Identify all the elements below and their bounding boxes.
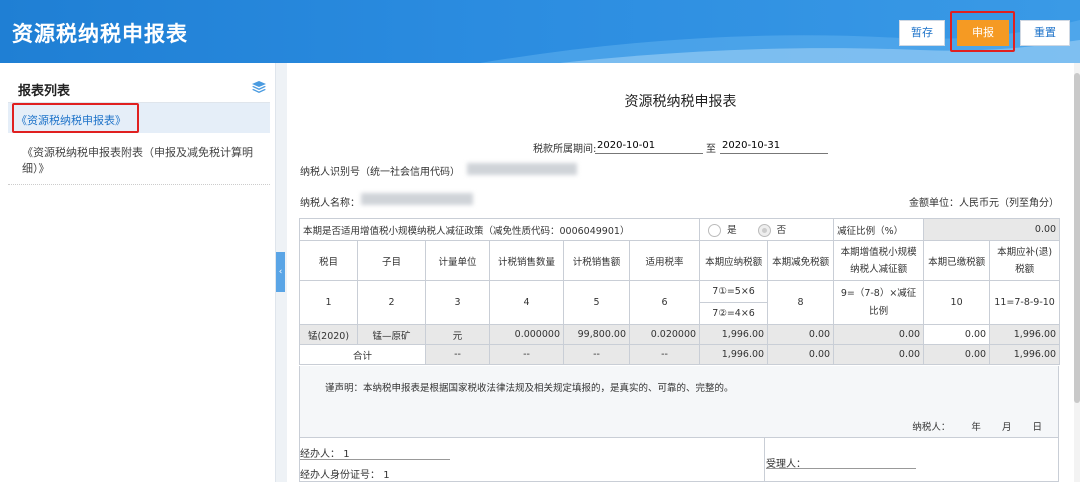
col-number: 5 <box>563 280 630 325</box>
agent-id-field[interactable]: 经办人身份证号： 1 <box>300 466 390 481</box>
sidebar-item-label: 《资源税纳税申报表》 <box>16 114 126 127</box>
agent-row: 经办人： 1 经办人身份证号： 1 受理人： <box>299 438 1059 482</box>
col-number: 6 <box>628 280 701 325</box>
amount-unit-label: 金额单位：人民币元（列至角分） <box>909 198 1059 209</box>
col-number: 2 <box>357 280 426 325</box>
signer-label: 纳税人： <box>912 422 951 433</box>
agent-id-value: 1 <box>383 470 390 481</box>
total-qty: -- <box>489 344 564 365</box>
reduction-ratio-label: 减征比例（%） <box>833 218 925 241</box>
col-header: 本期应纳税额 <box>699 240 769 281</box>
sidebar-item-label: 《资源税纳税申报表附表（申报及减免税计算明细）》 <box>22 146 253 175</box>
policy-options: 是 否 <box>699 218 835 241</box>
col-number: 11=7-8-9-10 <box>989 280 1061 325</box>
policy-row: 本期是否适用增值税小规模纳税人减征政策（减免性质代码：0006049901） 是… <box>298 218 1061 241</box>
agent-id-label: 经办人身份证号： <box>300 470 380 481</box>
reset-button[interactable]: 重置 <box>1020 20 1070 46</box>
col-number: 7②=4×6 <box>699 302 769 325</box>
radio-no[interactable] <box>757 224 771 237</box>
cell-item: 锰(2020) <box>299 324 358 345</box>
policy-question: 本期是否适用增值税小规模纳税人减征政策（减免性质代码：0006049901） <box>298 218 701 241</box>
total-rate: -- <box>628 344 701 365</box>
divider <box>764 438 765 482</box>
col-header: 本期应补(退)税额 <box>989 240 1061 281</box>
col-number: 8 <box>767 280 835 325</box>
total-sales: -- <box>563 344 630 365</box>
vertical-scrollbar[interactable] <box>1074 63 1080 482</box>
sidebar-title: 报表列表 <box>18 84 71 99</box>
total-row: 合计 -- -- -- -- 1,996.00 0.00 0.00 0.00 1… <box>299 344 1061 365</box>
column-number-row: 1 2 3 4 5 6 7①=5×6 8 9=（7-8）×减征比例 10 11=… <box>299 280 1061 325</box>
form-title: 资源税纳税申报表 <box>624 94 737 110</box>
radio-yes[interactable] <box>708 224 722 237</box>
agent-field[interactable]: 经办人： 1 <box>300 445 350 460</box>
cell-sub: 锰—原矿 <box>357 324 426 345</box>
col-number: 3 <box>425 280 490 325</box>
taxpayer-name-label: 纳税人名称： <box>300 198 360 209</box>
col-number: 1 <box>299 280 358 325</box>
signer-day: 日 <box>1032 422 1042 433</box>
total-payable: 1,996.00 <box>699 344 769 365</box>
tax-table: 本期是否适用增值税小规模纳税人减征政策（减免性质代码：0006049901） 是… <box>298 218 1061 365</box>
reduction-ratio-value: 0.00 <box>923 218 1061 241</box>
cell-reduction: 0.00 <box>833 324 925 345</box>
cell-payable: 1,996.00 <box>699 324 769 345</box>
col-header: 适用税率 <box>628 240 701 281</box>
submit-declaration-button[interactable]: 申报 <box>957 20 1009 46</box>
cell-paid-input[interactable]: 0.00 <box>923 324 991 345</box>
col-header: 计量单位 <box>425 240 490 281</box>
period-to-label: 至 <box>706 144 716 155</box>
total-exempt: 0.00 <box>767 344 835 365</box>
option-yes[interactable]: 是 <box>708 222 737 237</box>
period-to-input[interactable] <box>720 137 828 154</box>
taxpayer-id-redacted <box>467 163 577 175</box>
option-no[interactable]: 否 <box>757 222 786 237</box>
col-number: 7①=5×6 <box>699 280 769 303</box>
cell-rate: 0.020000 <box>628 324 701 345</box>
total-due: 1,996.00 <box>989 344 1061 365</box>
declaration-area: 谨声明：本纳税申报表是根据国家税收法律法规及相关规定填报的，是真实的、可靠的、完… <box>299 366 1059 438</box>
cell-exempt: 0.00 <box>767 324 835 345</box>
period-label: 税款所属期间: <box>533 144 597 155</box>
declaration-text: 谨声明：本纳税申报表是根据国家税收法律法规及相关规定填报的，是真实的、可靠的、完… <box>325 383 734 394</box>
col-header: 税目 <box>299 240 358 281</box>
save-draft-button[interactable]: 暂存 <box>899 20 945 46</box>
chevron-left-icon[interactable]: ‹ <box>276 252 285 292</box>
form-panel: 资源税纳税申报表 税款所属期间: 至 纳税人识别号（统一社会信用代码） 纳税人名… <box>287 63 1074 482</box>
col-number: 9=（7-8）×减征比例 <box>833 280 925 325</box>
sidebar-item-resource-tax-form[interactable]: 《资源税纳税申报表》 <box>8 103 270 133</box>
total-unit: -- <box>425 344 490 365</box>
col-header: 本期增值税小规模纳税人减征额 <box>833 240 925 281</box>
signer-line: 纳税人： 年 月 日 <box>912 419 1042 433</box>
sidebar-header: 报表列表 <box>8 71 270 103</box>
agent-underline <box>300 459 450 460</box>
col-header: 计税销售额 <box>563 240 630 281</box>
cell-due: 1,996.00 <box>989 324 1061 345</box>
cell-qty: 0.000000 <box>489 324 564 345</box>
report-list-sidebar: 报表列表 《资源税纳税申报表》 《资源税纳税申报表附表（申报及减免税计算明细）》 <box>0 63 276 482</box>
cell-unit: 元 <box>425 324 490 345</box>
scrollbar-thumb[interactable] <box>1074 73 1080 403</box>
taxpayer-id-label: 纳税人识别号（统一社会信用代码） <box>300 167 460 178</box>
col-header: 子目 <box>357 240 426 281</box>
total-label: 合计 <box>299 344 426 365</box>
signer-month: 月 <box>1001 422 1012 433</box>
taxpayer-name-redacted <box>361 193 473 205</box>
signer-year: 年 <box>971 422 981 433</box>
table-header-row: 税目 子目 计量单位 计税销售数量 计税销售额 适用税率 本期应纳税额 本期减免… <box>299 240 1061 281</box>
cell-sales: 99,800.00 <box>563 324 630 345</box>
app-title: 资源税纳税申报表 <box>12 22 188 46</box>
sidebar-item-resource-tax-schedule[interactable]: 《资源税纳税申报表附表（申报及减免税计算明细）》 <box>8 139 270 185</box>
col-header: 计税销售数量 <box>489 240 564 281</box>
col-header: 本期减免税额 <box>767 240 835 281</box>
table-row: 锰(2020) 锰—原矿 元 0.000000 99,800.00 0.0200… <box>299 324 1061 345</box>
total-reduction: 0.00 <box>833 344 925 365</box>
total-paid: 0.00 <box>923 344 991 365</box>
col-header: 本期已缴税额 <box>923 240 991 281</box>
period-from-input[interactable] <box>595 137 703 154</box>
col-number: 10 <box>923 280 991 325</box>
col-number: 4 <box>489 280 564 325</box>
layers-icon[interactable] <box>252 81 266 93</box>
receiver-underline[interactable] <box>766 468 916 469</box>
